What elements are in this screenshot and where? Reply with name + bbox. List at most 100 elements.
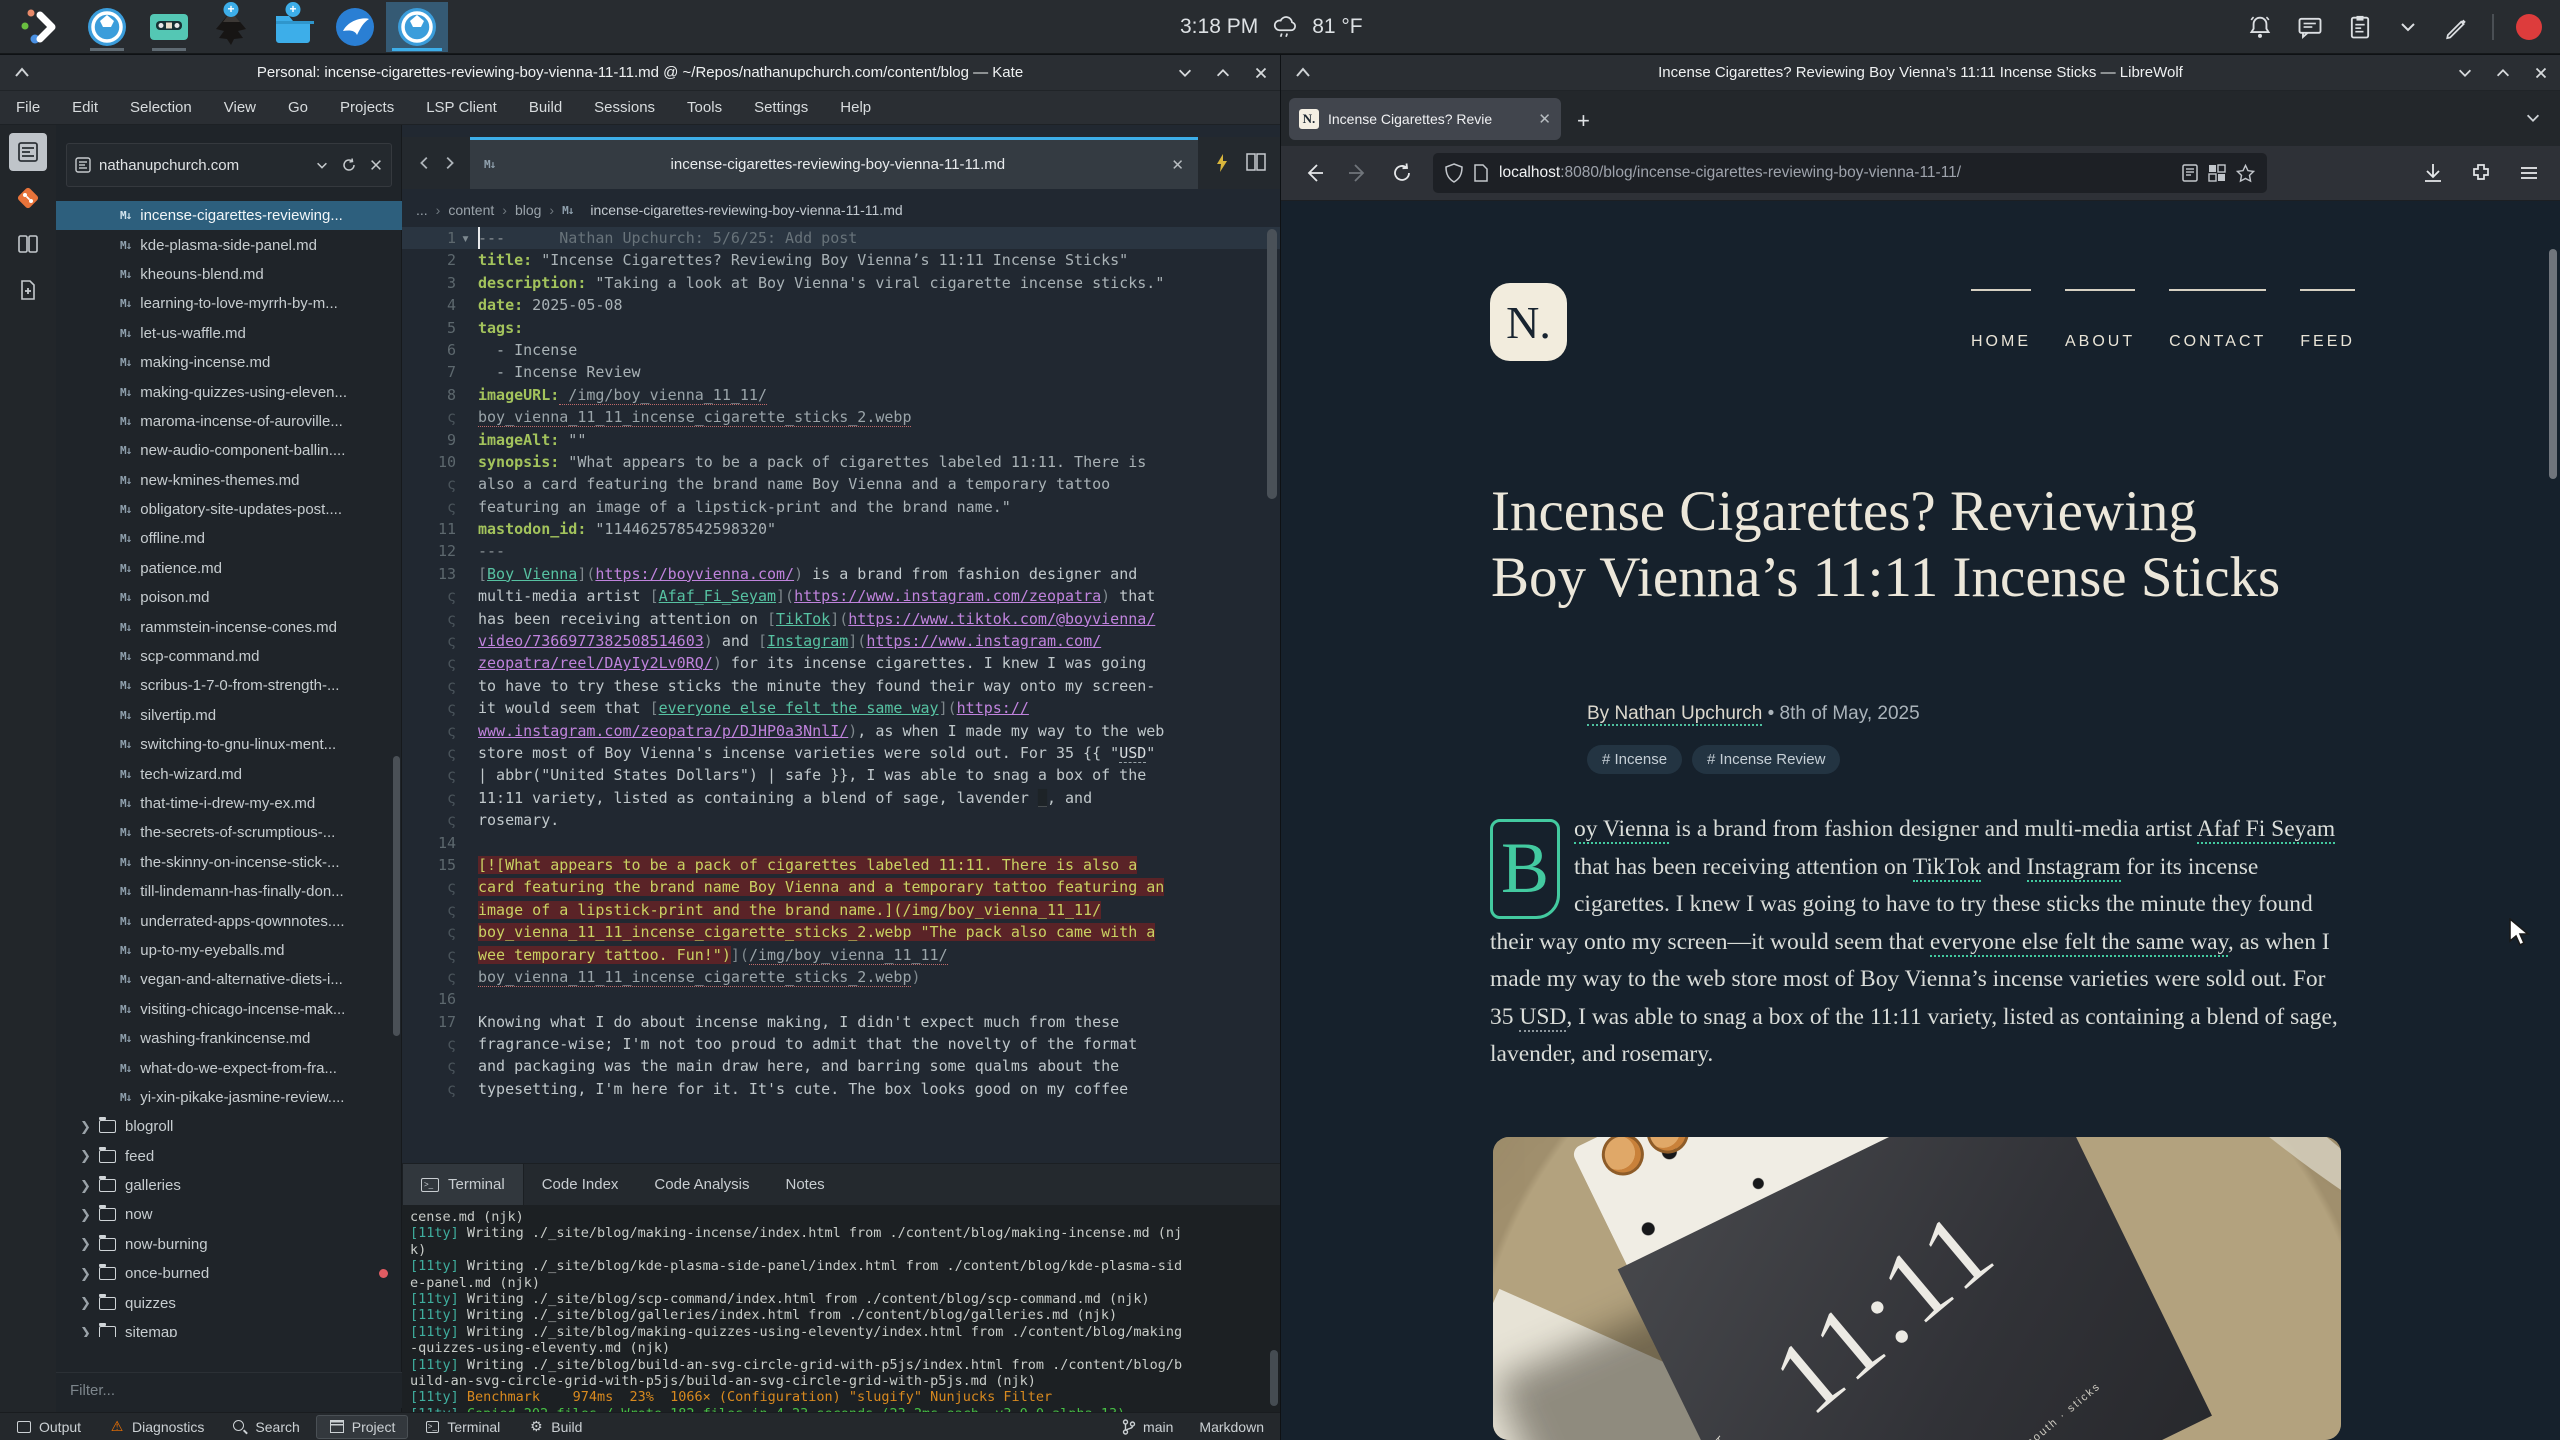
file-filter-input[interactable]: Filter... <box>56 1372 402 1408</box>
chevron-right-icon[interactable]: ❯ <box>80 1119 90 1135</box>
menu-item[interactable]: Tools <box>671 99 738 116</box>
site-nav-link[interactable]: FEED <box>2300 289 2355 351</box>
editor-line[interactable]: ς| abbr("United States Dollars") | safe … <box>402 764 1280 786</box>
close-icon[interactable] <box>2532 64 2550 82</box>
minimize-icon[interactable] <box>2456 64 2474 82</box>
statusbar-toolview-toggle[interactable]: Search <box>220 1415 311 1439</box>
menu-item[interactable]: Go <box>272 99 324 116</box>
menu-item[interactable]: View <box>208 99 272 116</box>
editor-line[interactable]: 16 <box>402 988 1280 1010</box>
menu-item[interactable]: Settings <box>738 99 824 116</box>
editor-line[interactable]: 5tags: <box>402 317 1280 339</box>
terminal-scrollbar[interactable] <box>1270 1350 1278 1406</box>
taskbar-cassette-icon[interactable] <box>138 2 200 52</box>
editor-line[interactable]: 10synopsis: "What appears to be a pack o… <box>402 451 1280 473</box>
statusbar-toolview-toggle[interactable]: Terminal <box>412 1415 512 1439</box>
editor-line[interactable]: 2title: "Incense Cigarettes? Reviewing B… <box>402 249 1280 271</box>
folder-tree-item[interactable]: ❯ galleries <box>56 1171 402 1200</box>
menu-item[interactable]: Projects <box>324 99 410 116</box>
taskbar-librewolf-icon[interactable] <box>76 2 138 52</box>
editor-line[interactable]: ςit would seem that [everyone else felt … <box>402 697 1280 719</box>
editor-line[interactable]: 1▾ --- Nathan Upchurch: 5/6/25: Add post <box>402 227 1280 249</box>
chevron-right-icon[interactable]: ❯ <box>80 1325 90 1337</box>
file-tree-item[interactable]: M↓ underrated-apps-qownnotes.... <box>56 906 402 935</box>
editor-line[interactable]: 13[Boy Vienna](https://boyvienna.com/) i… <box>402 563 1280 585</box>
editor-line[interactable]: ςwee temporary tattoo. Fun!")](/img/boy_… <box>402 944 1280 966</box>
editor-line[interactable]: 14 <box>402 832 1280 854</box>
file-tree-item[interactable]: M↓ new-audio-component-ballin.... <box>56 436 402 465</box>
new-file-tool-icon[interactable] <box>9 271 47 309</box>
new-tab-button[interactable]: + <box>1577 108 1590 134</box>
site-logo[interactable]: N. <box>1490 283 1567 361</box>
editor-line[interactable]: 8imageURL: /img/boy_vienna_11_11/ <box>402 384 1280 406</box>
diff-tool-icon[interactable] <box>9 225 47 263</box>
statusbar-toolview-toggle[interactable]: Output <box>4 1415 93 1439</box>
downloads-icon[interactable] <box>2422 162 2444 184</box>
folder-tree-item[interactable]: ❯ feed <box>56 1142 402 1171</box>
extension-icon[interactable] <box>2470 162 2492 184</box>
editor-line[interactable]: ςand packaging was the main draw here, a… <box>402 1055 1280 1077</box>
file-tree-item[interactable]: M↓ incense-cigarettes-reviewing... <box>56 201 402 230</box>
bottom-tab[interactable]: >_ Code Analysis <box>636 1164 767 1206</box>
forward-icon[interactable] <box>1347 162 1369 184</box>
close-tab-icon[interactable]: ✕ <box>1171 156 1184 174</box>
editor-line[interactable]: ςfeaturing an image of a lipstick-print … <box>402 496 1280 518</box>
browser-tab[interactable]: N. Incense Cigarettes? Revie ✕ <box>1289 98 1561 140</box>
bottom-tab[interactable]: >_ Notes <box>767 1164 842 1206</box>
reader-mode-icon[interactable] <box>2182 164 2198 182</box>
container-tabs-icon[interactable] <box>2208 164 2226 182</box>
file-tree-item[interactable]: M↓ poison.md <box>56 583 402 612</box>
file-tree-item[interactable]: M↓ new-kmines-themes.md <box>56 466 402 495</box>
file-tree-item[interactable]: M↓ maroma-incense-of-auroville... <box>56 407 402 436</box>
chevron-right-icon[interactable]: ❯ <box>80 1148 90 1164</box>
site-nav-link[interactable]: CONTACT <box>2169 289 2266 351</box>
reload-project-icon[interactable] <box>341 157 357 173</box>
site-nav-link[interactable]: HOME <box>1971 289 2031 351</box>
editor-line[interactable]: ςboy_vienna_11_11_incense_cigarette_stic… <box>402 406 1280 428</box>
shield-icon[interactable] <box>1445 163 1463 183</box>
editor-line[interactable]: ςboy_vienna_11_11_incense_cigarette_stic… <box>402 966 1280 988</box>
folder-tree-item[interactable]: ❯ now <box>56 1200 402 1229</box>
folder-tree-item[interactable]: ❯ quizzes <box>56 1288 402 1317</box>
file-tree-item[interactable]: M↓ learning-to-love-myrrh-by-m... <box>56 289 402 318</box>
file-tree-item[interactable]: M↓ offline.md <box>56 524 402 553</box>
bottom-tab[interactable]: >_ Code Index <box>524 1164 637 1206</box>
file-tree-item[interactable]: M↓ tech-wizard.md <box>56 759 402 788</box>
clock-weather-widget[interactable]: 3:18 PM 81 °F <box>1180 0 1363 54</box>
editor-line[interactable]: ςto have to try these sticks the minute … <box>402 675 1280 697</box>
editor-line[interactable]: ςvideo/7366977382508514603) and [Instagr… <box>402 630 1280 652</box>
file-tree-item[interactable]: M↓ the-secrets-of-scrumptious-... <box>56 818 402 847</box>
author-avatar[interactable] <box>1491 679 1561 749</box>
file-tree-item[interactable]: M↓ up-to-my-eyeballs.md <box>56 936 402 965</box>
file-tree-item[interactable]: M↓ till-lindemann-has-finally-don... <box>56 877 402 906</box>
editor-line[interactable]: 4date: 2025-05-08 <box>402 294 1280 316</box>
keep-above-icon[interactable] <box>12 63 32 83</box>
maximize-icon[interactable] <box>2494 64 2512 82</box>
file-tree-item[interactable]: M↓ making-quizzes-using-eleven... <box>56 377 402 406</box>
chevron-right-icon[interactable]: ❯ <box>80 1178 90 1194</box>
history-back-icon[interactable] <box>416 154 434 172</box>
menu-item[interactable]: File <box>0 99 56 116</box>
file-tree-item[interactable]: M↓ making-incense.md <box>56 348 402 377</box>
menu-item[interactable]: Sessions <box>578 99 671 116</box>
editor-line[interactable]: 3description: "Taking a look at Boy Vien… <box>402 272 1280 294</box>
chevron-right-icon[interactable]: ❯ <box>80 1295 90 1311</box>
stylus-icon[interactable] <box>2442 13 2470 41</box>
editor-line[interactable]: 7 - Incense Review <box>402 361 1280 383</box>
editor-line[interactable]: 11mastodon_id: "114462578542598320" <box>402 518 1280 540</box>
tag-pill[interactable]: # Incense Review <box>1692 745 1840 774</box>
file-tree-item[interactable]: M↓ that-time-i-drew-my-ex.md <box>56 789 402 818</box>
statusbar-toolview-toggle[interactable]: Project <box>316 1415 409 1439</box>
close-project-icon[interactable] <box>369 158 383 172</box>
taskbar-inkscape-icon[interactable]: + <box>200 2 262 52</box>
chevron-down-icon[interactable] <box>315 158 329 172</box>
list-all-tabs-chevron-icon[interactable] <box>2524 109 2542 132</box>
history-forward-icon[interactable] <box>440 154 458 172</box>
folder-tree-item[interactable]: ❯ once-burned <box>56 1259 402 1288</box>
tag-pill[interactable]: # Incense <box>1587 745 1682 774</box>
folder-tree-item[interactable]: ❯ sitemap <box>56 1318 402 1337</box>
editor-line[interactable]: 9imageAlt: "" <box>402 429 1280 451</box>
editor-line[interactable]: ςmulti-media artist [Afaf_Fi_Seyam](http… <box>402 585 1280 607</box>
editor-line[interactable]: ςzeopatra/reel/DAyIy2Lv0RQ/) for its inc… <box>402 652 1280 674</box>
maximize-icon[interactable] <box>1214 64 1232 82</box>
